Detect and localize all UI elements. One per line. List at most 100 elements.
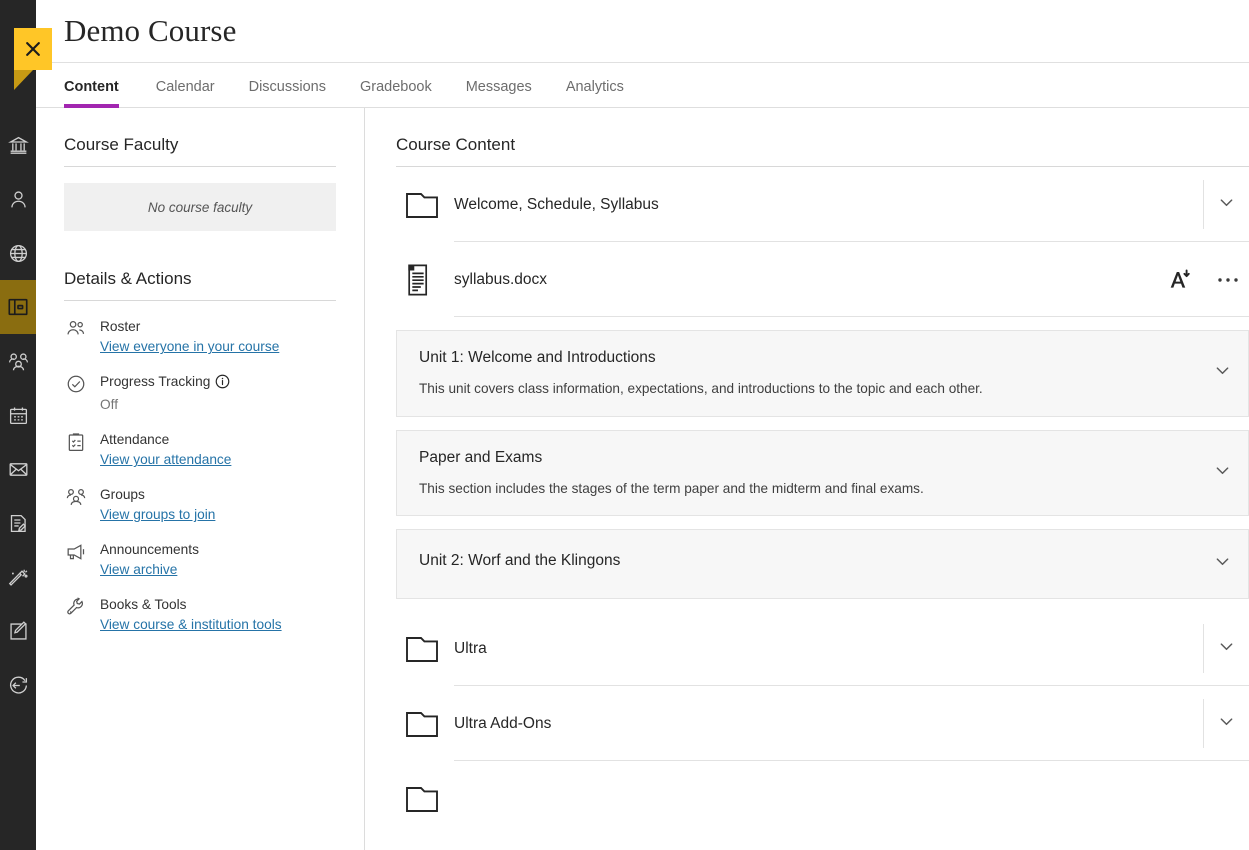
- details-item-label: Groups: [100, 486, 145, 502]
- chevron-down-icon: [1217, 193, 1236, 217]
- unit-description: This unit covers class information, expe…: [419, 381, 983, 396]
- messages-icon: [8, 459, 29, 480]
- rail-item-support[interactable]: [0, 604, 36, 658]
- support-icon: [8, 620, 29, 642]
- file-actions: [1168, 268, 1249, 291]
- tab-discussions[interactable]: Discussions: [232, 79, 343, 107]
- tab-gradebook[interactable]: Gradebook: [343, 79, 449, 107]
- course-page: Demo Course Content Calendar Discussions…: [0, 0, 1249, 850]
- grades-icon: [8, 513, 29, 534]
- global-nav-rail: [0, 0, 36, 850]
- tab-messages[interactable]: Messages: [449, 79, 549, 107]
- wrench-icon: [64, 595, 88, 619]
- rail-item-activity-stream[interactable]: [0, 226, 36, 280]
- content-row-folder: Welcome, Schedule, Syllabus: [396, 167, 1249, 242]
- ribbon-tail: [14, 70, 52, 90]
- tab-calendar[interactable]: Calendar: [139, 79, 232, 107]
- details-item-link[interactable]: View everyone in your course: [100, 338, 279, 356]
- details-item-link[interactable]: View archive: [100, 561, 177, 579]
- rail-item-calendar[interactable]: [0, 388, 36, 442]
- unit-title[interactable]: Unit 1: Welcome and Introductions: [419, 349, 1186, 367]
- content-unit-panel: Unit 2: Worf and the Klingons: [396, 529, 1249, 600]
- unit-title[interactable]: Paper and Exams: [419, 449, 1186, 467]
- chevron-down-icon: [1217, 712, 1236, 736]
- content-item-label[interactable]: Ultra Add-Ons: [454, 715, 1203, 733]
- course-body: Course Faculty No course faculty Details…: [36, 108, 1249, 850]
- content-item-label[interactable]: Ultra: [454, 640, 1203, 658]
- overflow-menu-icon[interactable]: [1217, 276, 1239, 284]
- groups-icon: [64, 485, 88, 509]
- faculty-divider: [64, 166, 336, 167]
- content-unit-panel: Paper and Exams This section includes th…: [396, 429, 1249, 517]
- folder-icon: [396, 709, 454, 739]
- attendance-icon: [64, 430, 88, 454]
- rail-item-courses[interactable]: [0, 280, 36, 334]
- tab-content[interactable]: Content: [64, 79, 139, 108]
- calendar-icon: [8, 405, 29, 426]
- unit-description: This section includes the stages of the …: [419, 480, 924, 496]
- rail-item-grades[interactable]: [0, 496, 36, 550]
- rail-item-tools[interactable]: [0, 550, 36, 604]
- tools-icon: [8, 567, 29, 588]
- chevron-down-icon: [1217, 637, 1236, 661]
- course-sidebar: Course Faculty No course faculty Details…: [36, 108, 365, 850]
- content-item-label[interactable]: syllabus.docx: [454, 271, 1168, 289]
- details-item-link[interactable]: View your attendance: [100, 451, 231, 469]
- institution-icon: [7, 135, 29, 156]
- alternative-formats-icon[interactable]: [1168, 268, 1191, 291]
- unit-text: Paper and Exams This section includes th…: [419, 449, 1196, 498]
- expand-unit-button[interactable]: [1196, 461, 1248, 485]
- details-item-text: Groups View groups to join: [100, 485, 215, 526]
- details-actions-heading: Details & Actions: [64, 269, 192, 288]
- divider: [1203, 180, 1204, 229]
- chevron-down-icon: [1213, 461, 1232, 485]
- unit-text: Unit 2: Worf and the Klingons: [419, 552, 1196, 570]
- tab-analytics[interactable]: Analytics: [549, 79, 641, 107]
- progress-check-icon: [64, 372, 88, 396]
- rail-item-messages[interactable]: [0, 442, 36, 496]
- unit-text: Unit 1: Welcome and Introductions This u…: [419, 349, 1196, 398]
- details-item-label: Announcements: [100, 541, 199, 557]
- rail-item-groups[interactable]: [0, 334, 36, 388]
- details-item-text: Progress Tracking Off: [100, 372, 230, 416]
- content-row-file: syllabus.docx: [396, 242, 1249, 317]
- page-title: Demo Course: [64, 13, 237, 48]
- course-faculty-heading: Course Faculty: [64, 135, 179, 154]
- expand-folder-button[interactable]: [1203, 167, 1249, 242]
- details-item-roster: Roster View everyone in your course: [64, 317, 364, 358]
- groups-icon: [8, 351, 29, 372]
- rail-item-signout[interactable]: [0, 658, 36, 712]
- info-icon[interactable]: [215, 374, 230, 395]
- course-content-column: Course Content Welcome, Schedule, Syllab…: [365, 108, 1249, 850]
- close-course-button[interactable]: [14, 28, 52, 90]
- expand-folder-button[interactable]: [1203, 611, 1249, 686]
- close-icon: [14, 28, 52, 70]
- document-icon: [396, 263, 454, 297]
- details-item-link[interactable]: View groups to join: [100, 506, 215, 524]
- expand-unit-button[interactable]: [1196, 361, 1248, 385]
- expand-folder-button[interactable]: [1203, 686, 1249, 761]
- unit-title[interactable]: Unit 2: Worf and the Klingons: [419, 552, 1186, 570]
- details-item-books-and-tools: Books & Tools View course & institution …: [64, 595, 364, 636]
- course-panel: Demo Course Content Calendar Discussions…: [36, 0, 1249, 850]
- details-item-text: Announcements View archive: [100, 540, 199, 581]
- profile-icon: [8, 189, 29, 210]
- details-item-link[interactable]: View course & institution tools: [100, 616, 282, 634]
- content-item-label[interactable]: Welcome, Schedule, Syllabus: [454, 196, 1203, 214]
- details-actions-list: Roster View everyone in your course Prog…: [64, 317, 364, 636]
- details-item-attendance: Attendance View your attendance: [64, 430, 364, 471]
- course-tabs: Content Calendar Discussions Gradebook M…: [36, 62, 1249, 108]
- details-item-label: Roster: [100, 319, 141, 334]
- details-item-text: Books & Tools View course & institution …: [100, 595, 282, 636]
- divider: [1203, 699, 1204, 749]
- row-separator: [454, 316, 1249, 317]
- rail-item-institution[interactable]: [0, 118, 36, 172]
- details-item-groups: Groups View groups to join: [64, 485, 364, 526]
- announcements-icon: [64, 540, 88, 564]
- expand-unit-button[interactable]: [1196, 552, 1248, 576]
- rail-item-profile[interactable]: [0, 172, 36, 226]
- signout-icon: [8, 675, 29, 696]
- details-divider: [64, 300, 336, 301]
- details-item-value: Off: [100, 397, 119, 413]
- content-row-folder: Ultra: [396, 611, 1249, 687]
